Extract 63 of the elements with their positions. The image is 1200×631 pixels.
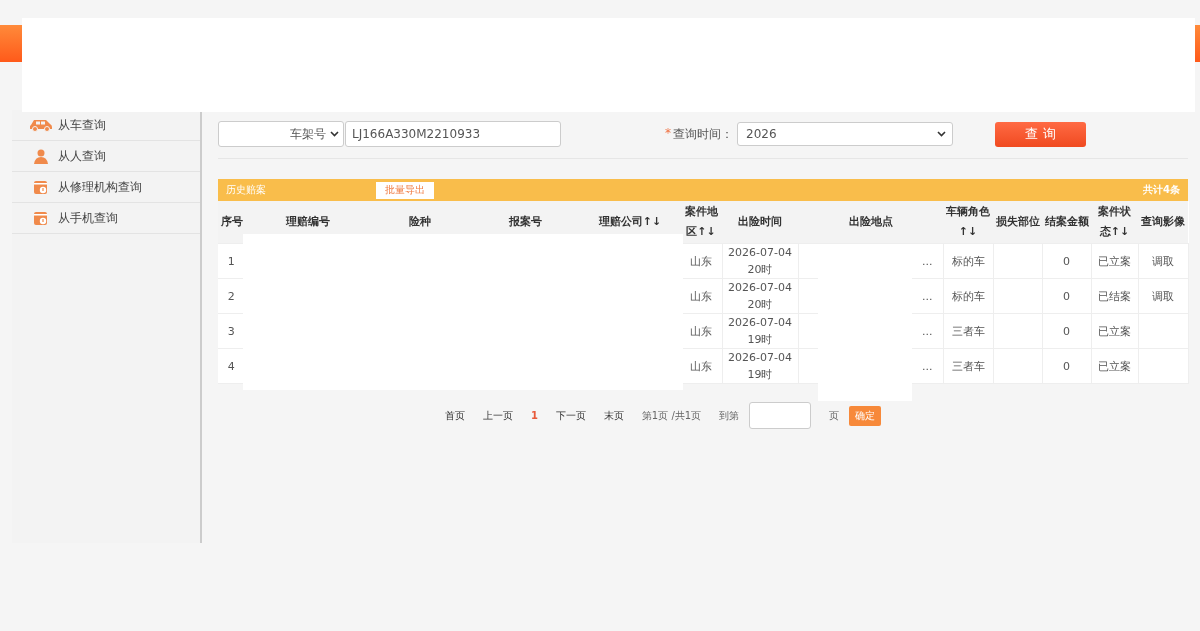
document-icon (34, 179, 48, 195)
table-cell: 1 (227, 254, 235, 268)
vin-input-field[interactable]: LJ166A330M2210933 (345, 121, 561, 147)
table-cell: 4 (227, 359, 235, 373)
document-icon (34, 210, 48, 226)
column-header: 出险地点 (798, 201, 943, 244)
table-cell: 三者车 (951, 324, 985, 338)
table-cell: ... (922, 324, 933, 338)
table-cell: ... (922, 254, 933, 268)
person-icon (34, 148, 48, 164)
page-suffix: 页 (829, 408, 840, 423)
goto-label: 到第 (719, 408, 740, 423)
table-cell: 0 (1063, 254, 1070, 268)
table-cell: 已立案 (1098, 324, 1131, 338)
required-mark: * (665, 125, 671, 142)
column-header: 序号 (218, 201, 245, 244)
table-cell: 已立案 (1098, 254, 1131, 268)
table-cell: 已立案 (1098, 359, 1131, 373)
table-cell: 2026-07-04 20时 (728, 246, 792, 276)
total-count: 共计4条 (1143, 183, 1180, 197)
caret-icon (330, 131, 339, 137)
table-cell: 已结案 (1098, 289, 1131, 303)
table-cell: 标的车 (951, 289, 985, 303)
car-icon (29, 118, 53, 132)
page-input-field[interactable] (749, 402, 812, 429)
table-cell: 2026-07-04 19时 (728, 351, 792, 381)
sidebar-item[interactable]: 从修理机构查询 (12, 172, 200, 203)
page-summary: 第1页 /共1页 (641, 408, 702, 423)
last-page-link[interactable]: 末页 (603, 408, 624, 423)
column-header: 结案金额 (1042, 201, 1091, 244)
table-cell: 0 (1063, 359, 1070, 373)
sidebar-item[interactable]: 从人查询 (12, 141, 200, 172)
year-select[interactable]: 2026 (737, 122, 953, 146)
table-cell: 山东 (690, 359, 712, 373)
column-header: 车辆角色↑↓ (943, 201, 993, 244)
column-header: 出险时间 (722, 201, 798, 244)
table-cell: 2 (227, 289, 235, 303)
table-cell: ... (922, 289, 933, 303)
table-cell: 2026-07-04 19时 (728, 316, 792, 346)
table-cell: 山东 (690, 254, 712, 268)
id-type-select[interactable]: 车架号 (218, 121, 344, 147)
table-cell: 2026-07-04 20时 (728, 281, 792, 311)
image-link[interactable]: 调取 (1152, 254, 1174, 268)
sidebar-item[interactable]: 从手机查询 (12, 203, 200, 234)
table-cell: 标的车 (951, 254, 985, 268)
table-cell: 山东 (690, 289, 712, 303)
table-title: 历史赔案 (226, 183, 266, 197)
table-cell: 3 (227, 324, 235, 338)
column-header: 案件地区↑↓ (680, 201, 722, 244)
table-cell: 0 (1063, 324, 1070, 338)
first-page-link[interactable]: 首页 (444, 408, 465, 423)
caret-icon (937, 131, 946, 137)
column-header: 案件状态↑↓ (1091, 201, 1138, 244)
image-link[interactable]: 调取 (1152, 289, 1174, 303)
column-header: 查询影像 (1138, 201, 1188, 244)
table-cell: 0 (1063, 289, 1070, 303)
query-time-label: 查询时间： (673, 125, 733, 143)
table-cell: 三者车 (951, 359, 985, 373)
table-cell: 山东 (690, 324, 712, 338)
next-page-link[interactable]: 下一页 (555, 408, 586, 423)
table-cell: ... (922, 359, 933, 373)
column-header: 损失部位 (993, 201, 1042, 244)
prev-page-link[interactable]: 上一页 (482, 408, 513, 423)
